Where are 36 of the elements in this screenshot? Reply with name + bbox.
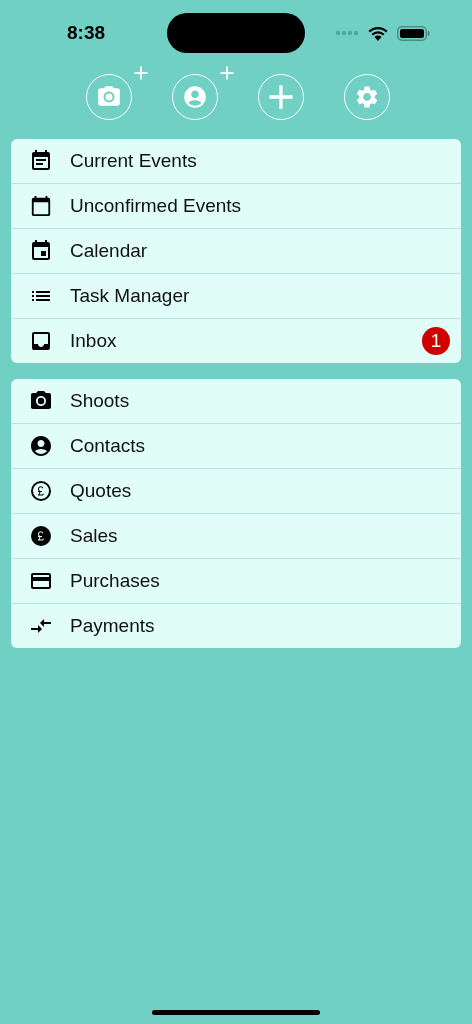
menu-label: Payments: [70, 615, 156, 637]
count-badge: 1: [422, 327, 450, 355]
menu-item[interactable]: Task Manager: [11, 273, 461, 318]
person-icon: [182, 84, 208, 110]
person-icon: [29, 434, 53, 458]
menu-label: Quotes: [70, 480, 133, 502]
menu-item[interactable]: Quotes: [11, 468, 461, 513]
settings-icon: [354, 84, 380, 110]
menu-item[interactable]: Unconfirmed Events: [11, 183, 461, 228]
status-time: 8:38: [67, 22, 106, 44]
menu-item[interactable]: Calendar: [11, 228, 461, 273]
inbox-icon: [29, 329, 53, 353]
menu-label: Shoots: [70, 390, 131, 412]
menu-item[interactable]: Current Events: [11, 139, 461, 183]
menu-label: Inbox: [70, 330, 118, 352]
calendar-icon: [29, 239, 53, 263]
menu-item[interactable]: Contacts: [11, 423, 461, 468]
pound-icon: [31, 481, 51, 501]
wifi-icon: [368, 25, 388, 41]
menu-label: Unconfirmed Events: [70, 195, 243, 217]
menu-label: Contacts: [70, 435, 146, 457]
menu-label: Calendar: [70, 240, 149, 262]
menu-label: Purchases: [70, 570, 161, 592]
note-calendar-icon: [29, 149, 53, 173]
menu-item[interactable]: Purchases: [11, 558, 461, 603]
menu-label: Task Manager: [70, 285, 191, 307]
menu-label: Current Events: [70, 150, 198, 172]
battery-icon: [397, 25, 430, 41]
calendar-icon: [29, 194, 53, 218]
menu-label: Sales: [70, 525, 119, 547]
pound-icon: [31, 526, 51, 546]
menu-item[interactable]: Inbox 1: [11, 318, 461, 363]
menu-item[interactable]: Payments: [11, 603, 461, 648]
menu-item[interactable]: Sales: [11, 513, 461, 558]
menu-item[interactable]: Shoots: [11, 379, 461, 423]
signal-icon: [335, 30, 359, 36]
